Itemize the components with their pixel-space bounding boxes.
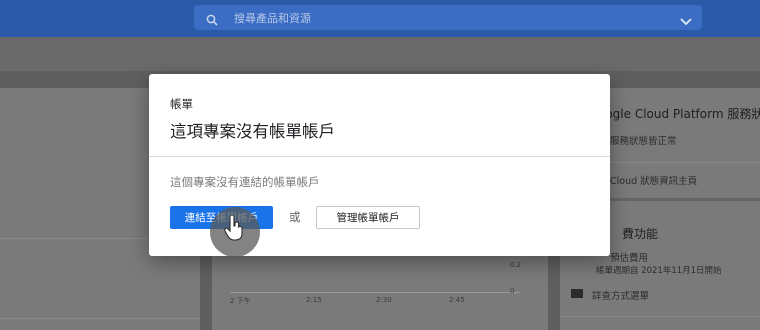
chart-y-label: 0 (510, 287, 515, 295)
dialog-title: 這項專案沒有帳單帳戶 (170, 122, 335, 141)
hand-cursor-icon (224, 214, 244, 245)
search-bar[interactable]: 搜尋產品和資源 (194, 5, 702, 30)
status-ok-text: 服務狀態皆正常 (610, 136, 677, 147)
chart-y-label: 0.2 (510, 261, 522, 269)
manage-billing-accounts-button[interactable]: 管理帳單帳戶 (316, 206, 420, 229)
dialog-divider (149, 156, 610, 157)
chart-x-label: 2:45 (449, 296, 465, 304)
chevron-down-icon[interactable] (680, 12, 692, 31)
search-icon (206, 11, 218, 30)
top-bar: 搜尋產品和資源 (0, 0, 760, 37)
dialog-label: 帳單 (170, 97, 193, 111)
billing-card-title: 費功能 (622, 227, 659, 241)
or-separator: 或 (289, 210, 301, 224)
dialog-message: 這個專案沒有連結的帳單帳戶 (170, 175, 320, 189)
billing-period: 帳單週期自 2021年11月1日開始 (596, 266, 722, 276)
billing-card-icon (571, 289, 583, 298)
chart-x-label: 2:15 (306, 296, 322, 304)
background-toolbar (0, 37, 760, 71)
billing-estimate: 預估費用 (610, 253, 649, 264)
status-dashboard-link[interactable]: Cloud 狀態資訊主頁 (610, 173, 697, 187)
chart-x-label: 2:30 (376, 296, 392, 304)
billing-link[interactable]: 詳查方式選單 (592, 288, 649, 302)
search-input[interactable]: 搜尋產品和資源 (234, 10, 311, 26)
chart-x-label: 2 下午 (230, 297, 251, 305)
status-card-title: oogle Cloud Platform 服務狀 (598, 107, 760, 121)
